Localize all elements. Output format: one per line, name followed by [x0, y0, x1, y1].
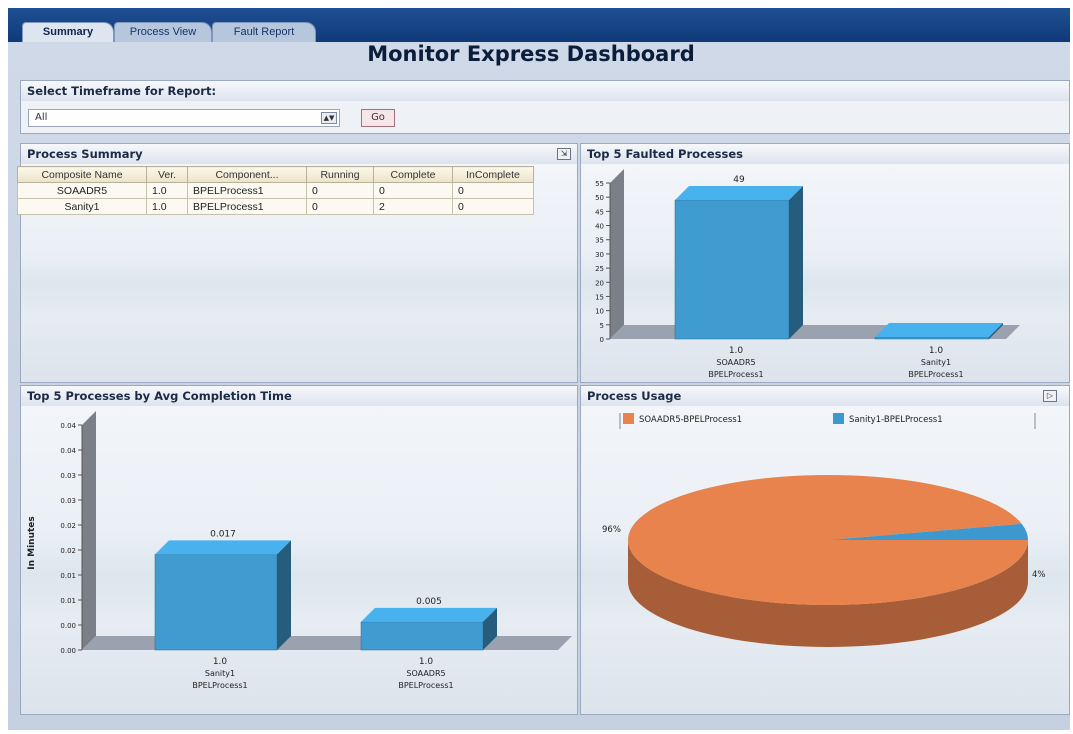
tab-process-view[interactable]: Process View	[114, 22, 212, 42]
x-tick-label-version: 1.0	[729, 346, 744, 356]
bar-top	[361, 607, 497, 622]
table-row[interactable]: Sanity1 1.0 BPELProcess1 0 2 0	[17, 198, 534, 215]
process-usage-chart: SOAADR5-BPELProcess1 Sanity1-BPELProcess1…	[602, 413, 1046, 647]
bar	[874, 336, 990, 340]
cell-composite-name: Sanity1	[17, 198, 147, 215]
x-tick-label-composite: SOAADR5	[406, 669, 445, 678]
avg-completion-chart: 0.00 0.00 0.01 0.01 0.02 0.02 0.03 0.03 0.04 0.04…	[27, 411, 572, 690]
chart-wall	[610, 169, 624, 339]
y-tick-label: 0.02	[60, 547, 76, 555]
go-button[interactable]: Go	[361, 109, 395, 127]
pie-label: 96%	[602, 525, 621, 535]
y-tick-label: 0.01	[60, 597, 76, 605]
data-label: 49	[733, 175, 745, 185]
cell-complete: 2	[373, 198, 453, 215]
bar	[360, 621, 484, 651]
x-tick-label-composite: Sanity1	[205, 669, 235, 678]
process-usage-title: Process Usage	[581, 386, 1069, 406]
y-tick-label: 25	[595, 265, 604, 273]
y-tick-label: 0.04	[60, 447, 76, 455]
column-header-running[interactable]: Running	[306, 166, 374, 183]
bar	[154, 554, 278, 651]
timeframe-selected-value: All	[35, 112, 48, 123]
y-tick-label: 30	[595, 251, 604, 259]
y-tick-label: 5	[600, 322, 604, 330]
x-tick-label-version: 1.0	[213, 657, 228, 667]
cell-incomplete: 0	[452, 198, 534, 215]
legend-swatch	[833, 413, 844, 424]
page-title: Monitor Express Dashboard	[367, 42, 695, 66]
x-tick-label-composite: SOAADR5	[716, 358, 755, 367]
legend-swatch	[623, 413, 634, 424]
x-tick-label-component: BPELProcess1	[708, 370, 763, 379]
bar-top	[155, 540, 291, 555]
y-tick-label: 45	[595, 208, 604, 216]
y-tick-label: 0.00	[60, 622, 76, 630]
y-tick-label: 40	[595, 223, 604, 231]
x-tick-label-component: BPELProcess1	[192, 681, 247, 690]
y-tick-label: 0	[600, 336, 604, 344]
cell-version: 1.0	[146, 198, 188, 215]
process-summary-title: Process Summary	[21, 144, 577, 164]
bar-side	[277, 540, 291, 650]
cell-composite-name: SOAADR5	[17, 182, 147, 199]
cell-version: 1.0	[146, 182, 188, 199]
bar-top	[675, 186, 803, 201]
legend-label: SOAADR5-BPELProcess1	[639, 415, 742, 425]
cell-running: 0	[306, 198, 374, 215]
top-faulted-chart: 0 5 10 15 20 25 30 35 40 45 50 55 49 1.0 SOAADR5 BPELPr…	[595, 169, 1020, 379]
y-tick-label: 20	[595, 279, 604, 287]
data-label: 0.005	[416, 597, 442, 607]
table-header-row: Composite Name Ver. Component... Running…	[17, 166, 534, 183]
cell-incomplete: 0	[452, 182, 534, 199]
x-tick-label-component: BPELProcess1	[398, 681, 453, 690]
table-row[interactable]: SOAADR5 1.0 BPELProcess1 0 0 0	[17, 182, 534, 199]
y-tick-label: 0.00	[60, 647, 76, 655]
chevron-down-icon[interactable]: ▲▼	[321, 112, 337, 124]
tab-fault-report[interactable]: Fault Report	[212, 22, 316, 42]
timeframe-label: Select Timeframe for Report:	[21, 81, 1069, 101]
cell-component: BPELProcess1	[187, 182, 307, 199]
expand-icon[interactable]: ▷	[1043, 390, 1057, 402]
x-tick-label-composite: Sanity1	[921, 358, 951, 367]
y-tick-label: 50	[595, 194, 604, 202]
cell-component: BPELProcess1	[187, 198, 307, 215]
pie-label: 4%	[1032, 570, 1046, 580]
y-tick-label: 0.01	[60, 572, 76, 580]
bar	[674, 199, 790, 340]
detach-icon[interactable]: ⇲	[557, 148, 571, 160]
tab-summary[interactable]: Summary	[22, 22, 114, 42]
y-tick-label: 0.04	[60, 422, 76, 430]
avg-completion-title: Top 5 Processes by Avg Completion Time	[21, 386, 577, 406]
timeframe-select[interactable]: All ▲▼	[28, 109, 340, 127]
y-axis-label: In Minutes	[27, 516, 37, 570]
cell-running: 0	[306, 182, 374, 199]
x-tick-label-version: 1.0	[929, 346, 944, 356]
column-header-complete[interactable]: Complete	[373, 166, 453, 183]
bar-top	[875, 323, 1003, 337]
y-tick-label: 0.03	[60, 472, 76, 480]
y-tick-label: 0.03	[60, 497, 76, 505]
column-header-component[interactable]: Component...	[187, 166, 307, 183]
column-header-composite-name[interactable]: Composite Name	[17, 166, 147, 183]
y-tick-label: 10	[595, 308, 604, 316]
y-tick-label: 35	[595, 237, 604, 245]
legend-label: Sanity1-BPELProcess1	[849, 415, 943, 425]
column-header-version[interactable]: Ver.	[146, 166, 188, 183]
tab-bar: Summary Process View Fault Report	[8, 8, 1070, 42]
cell-complete: 0	[373, 182, 453, 199]
x-tick-label-version: 1.0	[419, 657, 434, 667]
y-tick-label: 0.02	[60, 522, 76, 530]
x-tick-label-component: BPELProcess1	[908, 370, 963, 379]
chart-wall	[82, 411, 96, 650]
top-faulted-title: Top 5 Faulted Processes	[581, 144, 1069, 164]
process-summary-table: Composite Name Ver. Component... Running…	[17, 166, 534, 215]
y-tick-label: 55	[595, 180, 604, 188]
y-tick-label: 15	[595, 293, 604, 301]
bar-side	[789, 186, 803, 339]
data-label: 0.017	[210, 529, 236, 539]
column-header-incomplete[interactable]: InComplete	[452, 166, 534, 183]
